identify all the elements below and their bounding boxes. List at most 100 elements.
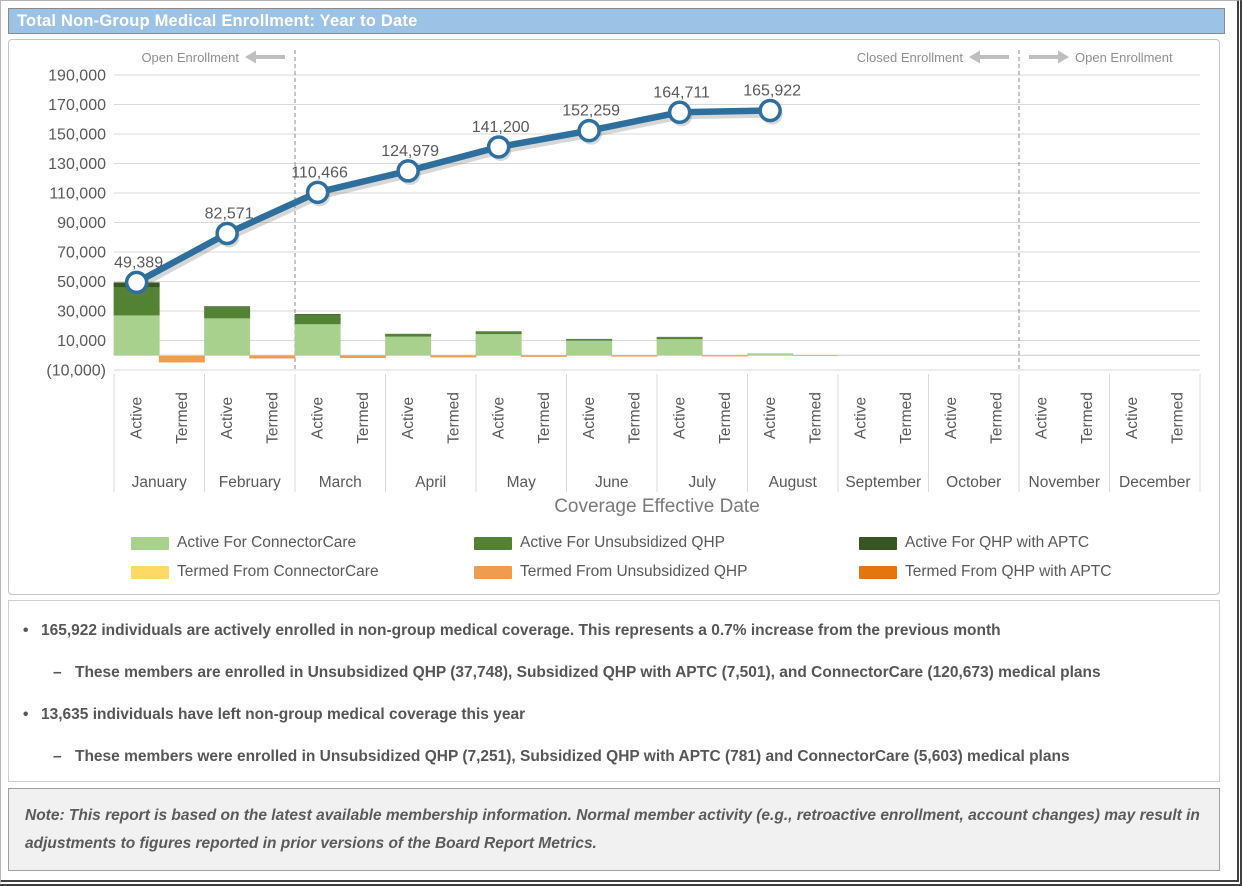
- report-title-bar: Total Non-Group Medical Enrollment: Year…: [8, 8, 1225, 34]
- termed-bar-segment: [702, 355, 748, 356]
- month-label: October: [946, 474, 1001, 491]
- enrollment-chart-panel: 190,000170,000150,000130,000110,00090,00…: [8, 39, 1220, 595]
- legend-swatch-icon: [131, 566, 169, 579]
- line-marker: [579, 121, 599, 141]
- line-marker: [308, 182, 328, 202]
- termed-bar-segment: [792, 355, 838, 356]
- active-bar-segment: [566, 339, 612, 341]
- y-tick-label: 150,000: [48, 127, 106, 144]
- line-marker: [127, 272, 147, 292]
- x-axis-title: Coverage Effective Date: [114, 496, 1200, 518]
- bullet-1: • 165,922 individuals are actively enrol…: [23, 621, 1205, 641]
- bullet-1-text: 165,922 individuals are actively enrolle…: [41, 621, 1001, 641]
- line-marker: [398, 161, 418, 181]
- legend-label: Active For QHP with APTC: [905, 534, 1089, 552]
- y-tick-label: 50,000: [57, 274, 106, 291]
- sub-bullet-marker: –: [53, 747, 75, 767]
- legend-swatch-icon: [474, 566, 512, 579]
- month-label: June: [595, 474, 629, 491]
- legend-item: Termed From Unsubsidized QHP: [474, 563, 859, 581]
- termed-column-label: Termed: [626, 392, 643, 444]
- sub-bullet-marker: –: [53, 663, 75, 683]
- active-bar-segment: [566, 341, 612, 356]
- termed-column-label: Termed: [717, 392, 734, 444]
- y-tick-label: 170,000: [48, 97, 106, 114]
- month-label: July: [688, 474, 716, 491]
- summary-bullets: • 165,922 individuals are actively enrol…: [8, 600, 1220, 782]
- active-column-label: Active: [1124, 397, 1141, 439]
- arrow-head-icon: [1058, 51, 1069, 64]
- termed-column-label: Termed: [264, 392, 281, 444]
- closed-enrollment-label: Closed Enrollment: [857, 50, 964, 65]
- active-bar-segment: [747, 354, 793, 356]
- legend-item: Termed From ConnectorCare: [131, 563, 474, 581]
- line-marker: [217, 223, 237, 243]
- termed-bar-segment: [430, 355, 476, 357]
- bullet-2-text: 13,635 individuals have left non-group m…: [41, 705, 525, 725]
- legend-item: Active For ConnectorCare: [131, 534, 474, 552]
- active-bar-segment: [295, 315, 341, 324]
- termed-column-label: Termed: [807, 392, 824, 444]
- legend-item: Active For Unsubsidized QHP: [474, 534, 859, 552]
- active-column-label: Active: [219, 397, 236, 439]
- active-bar-segment: [295, 314, 341, 315]
- month-label: August: [769, 474, 818, 491]
- legend-label: Termed From Unsubsidized QHP: [520, 563, 747, 581]
- bullet-marker: •: [23, 621, 41, 641]
- month-label: September: [845, 474, 921, 491]
- bullet-2-sub: – These members were enrolled in Unsubsi…: [23, 747, 1205, 767]
- line-data-label: 49,389: [114, 254, 163, 271]
- termed-bar-segment: [340, 355, 386, 357]
- line-marker: [670, 102, 690, 122]
- bullet-2-sub-text: These members were enrolled in Unsubsidi…: [75, 747, 1070, 767]
- y-tick-label: 130,000: [48, 156, 106, 173]
- y-tick-label: 10,000: [57, 333, 106, 350]
- termed-column-label: Termed: [988, 392, 1005, 444]
- enrollment-chart: 190,000170,000150,000130,000110,00090,00…: [9, 40, 1219, 495]
- termed-bar-segment: [521, 355, 567, 356]
- month-label: January: [132, 474, 187, 491]
- y-tick-label: 110,000: [49, 186, 106, 203]
- month-label: May: [507, 474, 537, 491]
- active-column-label: Active: [491, 397, 508, 439]
- line-marker: [489, 137, 509, 157]
- line-marker: [760, 101, 780, 121]
- termed-column-label: Termed: [536, 392, 553, 444]
- legend-label: Active For ConnectorCare: [177, 534, 356, 552]
- arrow-head-icon: [969, 51, 980, 64]
- line-data-label: 110,466: [291, 164, 348, 181]
- line-data-label: 152,259: [562, 103, 620, 120]
- legend-swatch-icon: [131, 537, 169, 550]
- termed-bar-segment: [159, 355, 205, 356]
- active-bar-segment: [204, 318, 250, 355]
- active-bar-segment: [204, 307, 250, 318]
- active-column-label: Active: [400, 397, 417, 439]
- termed-column-label: Termed: [355, 392, 372, 444]
- active-bar-segment: [295, 324, 341, 355]
- active-column-label: Active: [762, 397, 779, 439]
- line-data-label: 124,979: [381, 143, 439, 160]
- y-tick-label: 70,000: [57, 245, 106, 262]
- termed-column-label: Termed: [1079, 392, 1096, 444]
- legend-label: Termed From ConnectorCare: [177, 563, 379, 581]
- line-data-label: 141,200: [472, 119, 530, 136]
- month-label: April: [415, 474, 446, 491]
- active-bar-segment: [114, 315, 160, 355]
- month-label: March: [319, 474, 362, 491]
- termed-column-label: Termed: [898, 392, 915, 444]
- termed-column-label: Termed: [174, 392, 191, 444]
- open-enrollment-label-left: Open Enrollment: [141, 50, 239, 65]
- legend-label: Termed From QHP with APTC: [905, 563, 1111, 581]
- line-data-label: 165,922: [743, 83, 801, 100]
- active-column-label: Active: [853, 397, 870, 439]
- note-box: Note: This report is based on the latest…: [8, 788, 1220, 871]
- legend-item: Termed From QHP with APTC: [859, 563, 1189, 581]
- termed-bar-segment: [159, 362, 205, 363]
- active-bar-segment: [385, 334, 431, 337]
- y-tick-label: (10,000): [46, 363, 106, 380]
- legend-swatch-icon: [474, 537, 512, 550]
- active-bar-segment: [204, 306, 250, 307]
- active-column-label: Active: [943, 397, 960, 439]
- month-label: November: [1029, 474, 1101, 491]
- active-column-label: Active: [672, 397, 689, 439]
